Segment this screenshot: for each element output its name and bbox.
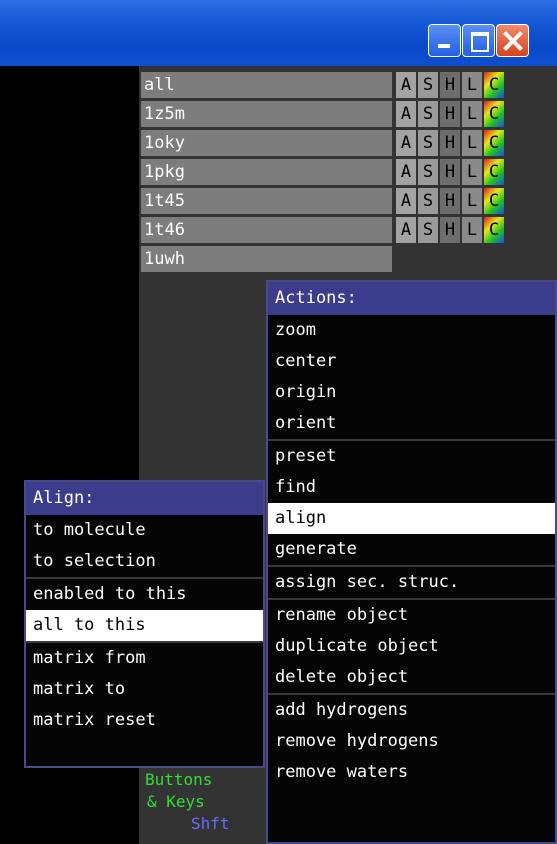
menu-item-preset[interactable]: preset xyxy=(268,441,555,472)
menu-item-delete-object[interactable]: delete object xyxy=(268,662,555,693)
object-name[interactable]: all xyxy=(141,72,392,98)
show-button[interactable]: S xyxy=(418,130,438,156)
menu-item-remove-waters[interactable]: remove waters xyxy=(268,757,555,788)
menu-title: Align: xyxy=(26,482,263,515)
hide-button[interactable]: H xyxy=(440,159,460,185)
menu-item-center[interactable]: center xyxy=(268,346,555,377)
align-menu: Align: to molecule to selection enabled … xyxy=(24,480,265,768)
menu-item-find[interactable]: find xyxy=(268,472,555,503)
label-button[interactable]: L xyxy=(462,159,482,185)
menu-item-to-molecule[interactable]: to molecule xyxy=(26,515,263,546)
hide-button[interactable]: H xyxy=(440,130,460,156)
action-button[interactable]: A xyxy=(396,101,416,127)
color-button[interactable]: C xyxy=(484,72,504,98)
close-icon[interactable] xyxy=(496,24,529,57)
label-button[interactable]: L xyxy=(462,188,482,214)
color-button[interactable]: C xyxy=(484,159,504,185)
menu-item-origin[interactable]: origin xyxy=(268,377,555,408)
object-name[interactable]: 1z5m xyxy=(141,101,392,127)
buttons-label: Buttons xyxy=(145,770,213,789)
object-name[interactable]: 1t46 xyxy=(141,217,392,243)
action-button[interactable]: A xyxy=(396,72,416,98)
menu-item-all-to-this[interactable]: all to this xyxy=(26,610,263,641)
label-button[interactable]: L xyxy=(462,130,482,156)
shift-label: Shft xyxy=(191,814,230,833)
menu-item-remove-hydrogens[interactable]: remove hydrogens xyxy=(268,726,555,757)
menu-item-orient[interactable]: orient xyxy=(268,408,555,439)
object-name[interactable]: 1uwh xyxy=(141,246,392,272)
action-button[interactable]: A xyxy=(396,188,416,214)
menu-item-enabled-to-this[interactable]: enabled to this xyxy=(26,579,263,610)
keys-label: & Keys xyxy=(147,792,205,811)
object-row-1t46[interactable]: 1t46 A S H L C xyxy=(141,217,557,244)
show-button[interactable]: S xyxy=(418,72,438,98)
color-button[interactable]: C xyxy=(484,130,504,156)
show-button[interactable]: S xyxy=(418,217,438,243)
object-row-1uwh[interactable]: 1uwh xyxy=(141,246,557,273)
menu-item-generate[interactable]: generate xyxy=(268,534,555,565)
menu-item-duplicate-object[interactable]: duplicate object xyxy=(268,631,555,662)
menu-item-to-selection[interactable]: to selection xyxy=(26,546,263,577)
minimize-icon[interactable] xyxy=(428,24,461,57)
menu-item-zoom[interactable]: zoom xyxy=(268,315,555,346)
menu-item-align[interactable]: align xyxy=(268,503,555,534)
action-button[interactable]: A xyxy=(396,159,416,185)
hide-button[interactable]: H xyxy=(440,217,460,243)
object-name[interactable]: 1t45 xyxy=(141,188,392,214)
color-button[interactable]: C xyxy=(484,188,504,214)
label-button[interactable]: L xyxy=(462,101,482,127)
buttons-keys-panel: Buttons & Keys Shft xyxy=(139,770,269,844)
menu-item-rename-object[interactable]: rename object xyxy=(268,600,555,631)
hide-button[interactable]: H xyxy=(440,101,460,127)
action-button[interactable]: A xyxy=(396,217,416,243)
show-button[interactable]: S xyxy=(418,101,438,127)
menu-item-matrix-to[interactable]: matrix to xyxy=(26,674,263,705)
color-button[interactable]: C xyxy=(484,217,504,243)
actions-menu: Actions: zoom center origin orient prese… xyxy=(266,280,557,844)
menu-item-matrix-reset[interactable]: matrix reset xyxy=(26,705,263,736)
object-name[interactable]: 1oky xyxy=(141,130,392,156)
object-row-1oky[interactable]: 1oky A S H L C xyxy=(141,130,557,157)
object-row-1pkg[interactable]: 1pkg A S H L C xyxy=(141,159,557,186)
color-button[interactable]: C xyxy=(484,101,504,127)
object-row-all[interactable]: all A S H L C xyxy=(141,72,557,99)
menu-item-add-hydrogens[interactable]: add hydrogens xyxy=(268,695,555,726)
object-row-1t45[interactable]: 1t45 A S H L C xyxy=(141,188,557,215)
object-name[interactable]: 1pkg xyxy=(141,159,392,185)
show-button[interactable]: S xyxy=(418,188,438,214)
label-button[interactable]: L xyxy=(462,72,482,98)
menu-title: Actions: xyxy=(268,282,555,315)
object-row-1z5m[interactable]: 1z5m A S H L C xyxy=(141,101,557,128)
action-button[interactable]: A xyxy=(396,130,416,156)
hide-button[interactable]: H xyxy=(440,72,460,98)
menu-item-matrix-from[interactable]: matrix from xyxy=(26,643,263,674)
menu-item-assign-sec-struc[interactable]: assign sec. struc. xyxy=(268,567,555,598)
title-bar[interactable] xyxy=(0,0,557,66)
label-button[interactable]: L xyxy=(462,217,482,243)
maximize-icon[interactable] xyxy=(462,24,495,57)
hide-button[interactable]: H xyxy=(440,188,460,214)
show-button[interactable]: S xyxy=(418,159,438,185)
